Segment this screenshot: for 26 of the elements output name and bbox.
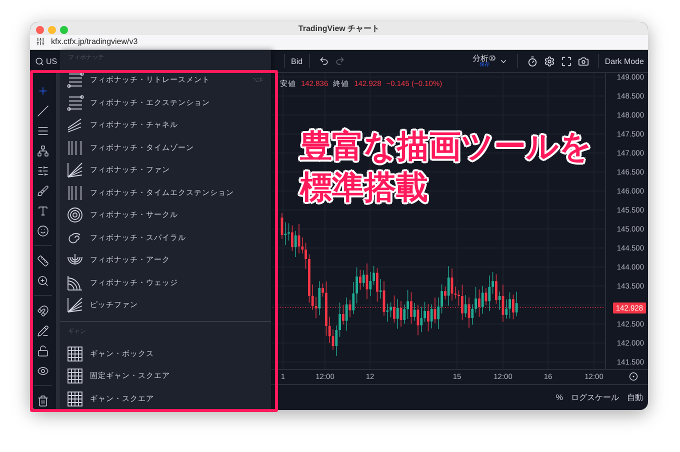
url-text: kfx.ctfx.jp/tradingview/v3 [51,37,138,46]
window-title: TradingView チャート [298,22,380,34]
price-type-button[interactable]: Bid [291,56,303,66]
search-icon[interactable] [35,56,44,66]
axis-settings-icon[interactable] [629,372,638,381]
drawing-tool-icon [66,390,84,408]
address-bar[interactable]: kfx.ctfx.jp/tradingview/v3 [30,34,648,50]
drawing-tool-icon [66,71,84,90]
scale-option[interactable]: % [556,393,563,402]
site-settings-icon[interactable] [36,37,45,46]
drawing-tool-icon [66,274,84,292]
drawing-tool-icon [66,296,84,314]
annotation-text: 豊富な描画ツールを [300,128,592,165]
scale-option[interactable]: ログスケール [571,392,619,403]
symbol-search[interactable]: US [46,56,58,66]
drawing-tool-icon [66,116,84,134]
drawing-tool-icon [66,344,84,363]
annotation-text: 標準搭載 [300,168,429,206]
drawing-tool-icon [66,367,84,386]
drawing-tool-icon [66,161,84,180]
drawing-tool-icon [66,206,84,224]
theme-button[interactable]: Dark Mode [604,56,644,66]
drawing-tool-icon [66,184,84,202]
drawing-tool-icon [66,94,84,112]
scale-option[interactable]: 自動 [627,392,643,403]
drawing-tool-icon [66,138,84,157]
